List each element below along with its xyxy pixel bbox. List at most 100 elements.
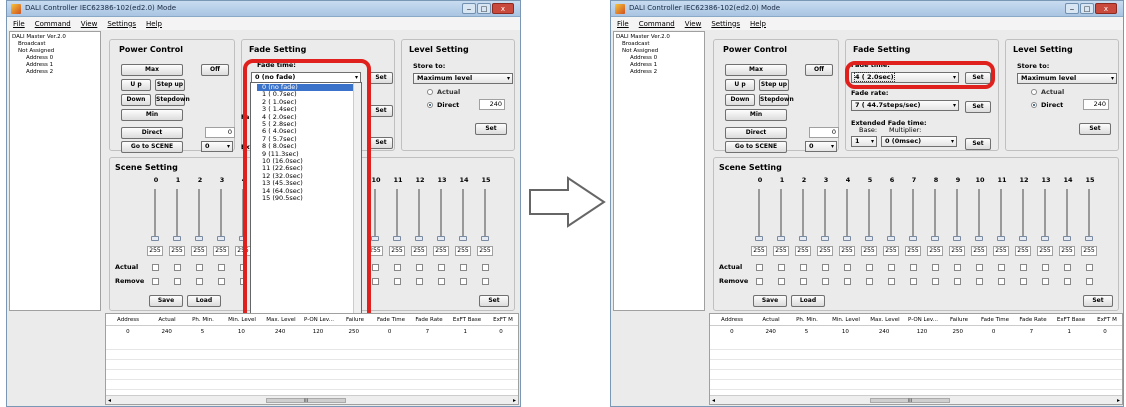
column-header[interactable]: Max. Level [262, 314, 300, 325]
scene-slider-thumb[interactable] [865, 236, 873, 241]
scene-slider-thumb[interactable] [909, 236, 917, 241]
remove-checkbox[interactable] [844, 278, 851, 285]
horizontal-scrollbar[interactable]: ◂ III ▸ [710, 395, 1122, 404]
scene-value-field[interactable]: 255 [1059, 246, 1075, 256]
scene-select[interactable]: 0 ▾ [201, 141, 233, 152]
scene-value-field[interactable]: 255 [169, 246, 185, 256]
scene-value-field[interactable]: 255 [433, 246, 449, 256]
scene-slider-track[interactable] [374, 189, 376, 239]
device-table[interactable]: Address Actual Ph. Min. Min. Level Max. Leve… [105, 313, 519, 405]
tree-not-assigned[interactable]: Not Assigned [12, 48, 98, 55]
go-to-scene-button[interactable]: Go to SCENE [121, 141, 183, 153]
go-to-scene-button[interactable]: Go to SCENE [725, 141, 787, 153]
actual-checkbox[interactable] [998, 264, 1005, 271]
actual-checkbox[interactable] [1020, 264, 1027, 271]
step-up-button[interactable]: Step up [155, 79, 185, 91]
remove-checkbox[interactable] [460, 278, 467, 285]
scene-slider-track[interactable] [396, 189, 398, 239]
actual-radio[interactable] [427, 89, 433, 95]
up-button[interactable]: U p [121, 79, 151, 91]
tree-root[interactable]: DALI Master Ver.2.0 [616, 34, 702, 41]
actual-checkbox[interactable] [822, 264, 829, 271]
remove-checkbox[interactable] [954, 278, 961, 285]
scene-slider-thumb[interactable] [997, 236, 1005, 241]
level-direct-input[interactable]: 240 [1083, 99, 1109, 110]
scene-value-field[interactable]: 255 [927, 246, 943, 256]
direct-radio[interactable] [427, 102, 433, 108]
remove-checkbox[interactable] [910, 278, 917, 285]
max-button[interactable]: Max [725, 64, 787, 76]
actual-checkbox[interactable] [866, 264, 873, 271]
multiplier-select[interactable]: 0 (0msec) ▾ [881, 136, 957, 147]
remove-checkbox[interactable] [976, 278, 983, 285]
scroll-right-icon[interactable]: ▸ [1117, 397, 1120, 404]
remove-checkbox[interactable] [822, 278, 829, 285]
column-header[interactable]: ExFT Base [448, 314, 486, 325]
level-direct-input[interactable]: 240 [479, 99, 505, 110]
maximize-button[interactable]: □ [477, 3, 491, 14]
tree-root[interactable]: DALI Master Ver.2.0 [12, 34, 98, 41]
column-header[interactable]: ExFT M [486, 314, 518, 325]
column-header[interactable]: Failure [942, 314, 976, 325]
scene-slider-thumb[interactable] [173, 236, 181, 241]
table-row[interactable]: 0 240 5 10 240 120 250 0 7 1 0 [710, 327, 1122, 337]
remove-checkbox[interactable] [888, 278, 895, 285]
scene-slider-thumb[interactable] [777, 236, 785, 241]
column-header[interactable]: Actual [150, 314, 184, 325]
scene-value-field[interactable]: 255 [905, 246, 921, 256]
scene-slider-thumb[interactable] [953, 236, 961, 241]
scene-slider-thumb[interactable] [415, 236, 423, 241]
down-button[interactable]: Down [725, 94, 755, 106]
actual-checkbox[interactable] [932, 264, 939, 271]
remove-checkbox[interactable] [196, 278, 203, 285]
actual-checkbox[interactable] [460, 264, 467, 271]
actual-checkbox[interactable] [218, 264, 225, 271]
remove-checkbox[interactable] [1064, 278, 1071, 285]
remove-checkbox[interactable] [932, 278, 939, 285]
scene-slider-thumb[interactable] [821, 236, 829, 241]
remove-checkbox[interactable] [218, 278, 225, 285]
scene-slider-track[interactable] [1066, 189, 1068, 239]
min-button[interactable]: Min [121, 109, 183, 121]
actual-checkbox[interactable] [778, 264, 785, 271]
scene-value-field[interactable]: 255 [455, 246, 471, 256]
menu-command[interactable]: Command [35, 20, 71, 28]
remove-checkbox[interactable] [866, 278, 873, 285]
scene-value-field[interactable]: 255 [1081, 246, 1097, 256]
scene-slider-track[interactable] [758, 189, 760, 239]
scene-value-field[interactable]: 255 [773, 246, 789, 256]
scene-slider-thumb[interactable] [459, 236, 467, 241]
scroll-knob[interactable]: III [870, 398, 950, 403]
column-header[interactable]: Fade Time [372, 314, 410, 325]
actual-checkbox[interactable] [888, 264, 895, 271]
scene-slider-track[interactable] [890, 189, 892, 239]
tree-address[interactable]: Address 2 [616, 69, 702, 76]
remove-checkbox[interactable] [800, 278, 807, 285]
scene-slider-thumb[interactable] [1063, 236, 1071, 241]
scene-slider-thumb[interactable] [931, 236, 939, 241]
scene-slider-thumb[interactable] [843, 236, 851, 241]
remove-checkbox[interactable] [756, 278, 763, 285]
close-button[interactable]: x [1095, 3, 1117, 14]
scene-set-button[interactable]: Set [1083, 295, 1113, 307]
tree-address[interactable]: Address 0 [12, 55, 98, 62]
scene-slider-track[interactable] [956, 189, 958, 239]
column-header[interactable]: Failure [338, 314, 372, 325]
scene-slider-thumb[interactable] [195, 236, 203, 241]
load-button[interactable]: Load [187, 295, 221, 307]
scene-slider-track[interactable] [978, 189, 980, 239]
save-button[interactable]: Save [149, 295, 183, 307]
scene-slider-thumb[interactable] [887, 236, 895, 241]
scene-slider-track[interactable] [1022, 189, 1024, 239]
scene-slider-thumb[interactable] [371, 236, 379, 241]
scene-slider-track[interactable] [824, 189, 826, 239]
direct-radio[interactable] [1031, 102, 1037, 108]
direct-button[interactable]: Direct [121, 127, 183, 139]
scroll-left-icon[interactable]: ◂ [108, 397, 111, 404]
scene-value-field[interactable]: 255 [993, 246, 1009, 256]
column-header[interactable]: Min. Level [826, 314, 866, 325]
scene-slider-thumb[interactable] [217, 236, 225, 241]
scene-slider-thumb[interactable] [151, 236, 159, 241]
fade-rate-set-button[interactable]: Set [965, 101, 991, 113]
actual-checkbox[interactable] [756, 264, 763, 271]
